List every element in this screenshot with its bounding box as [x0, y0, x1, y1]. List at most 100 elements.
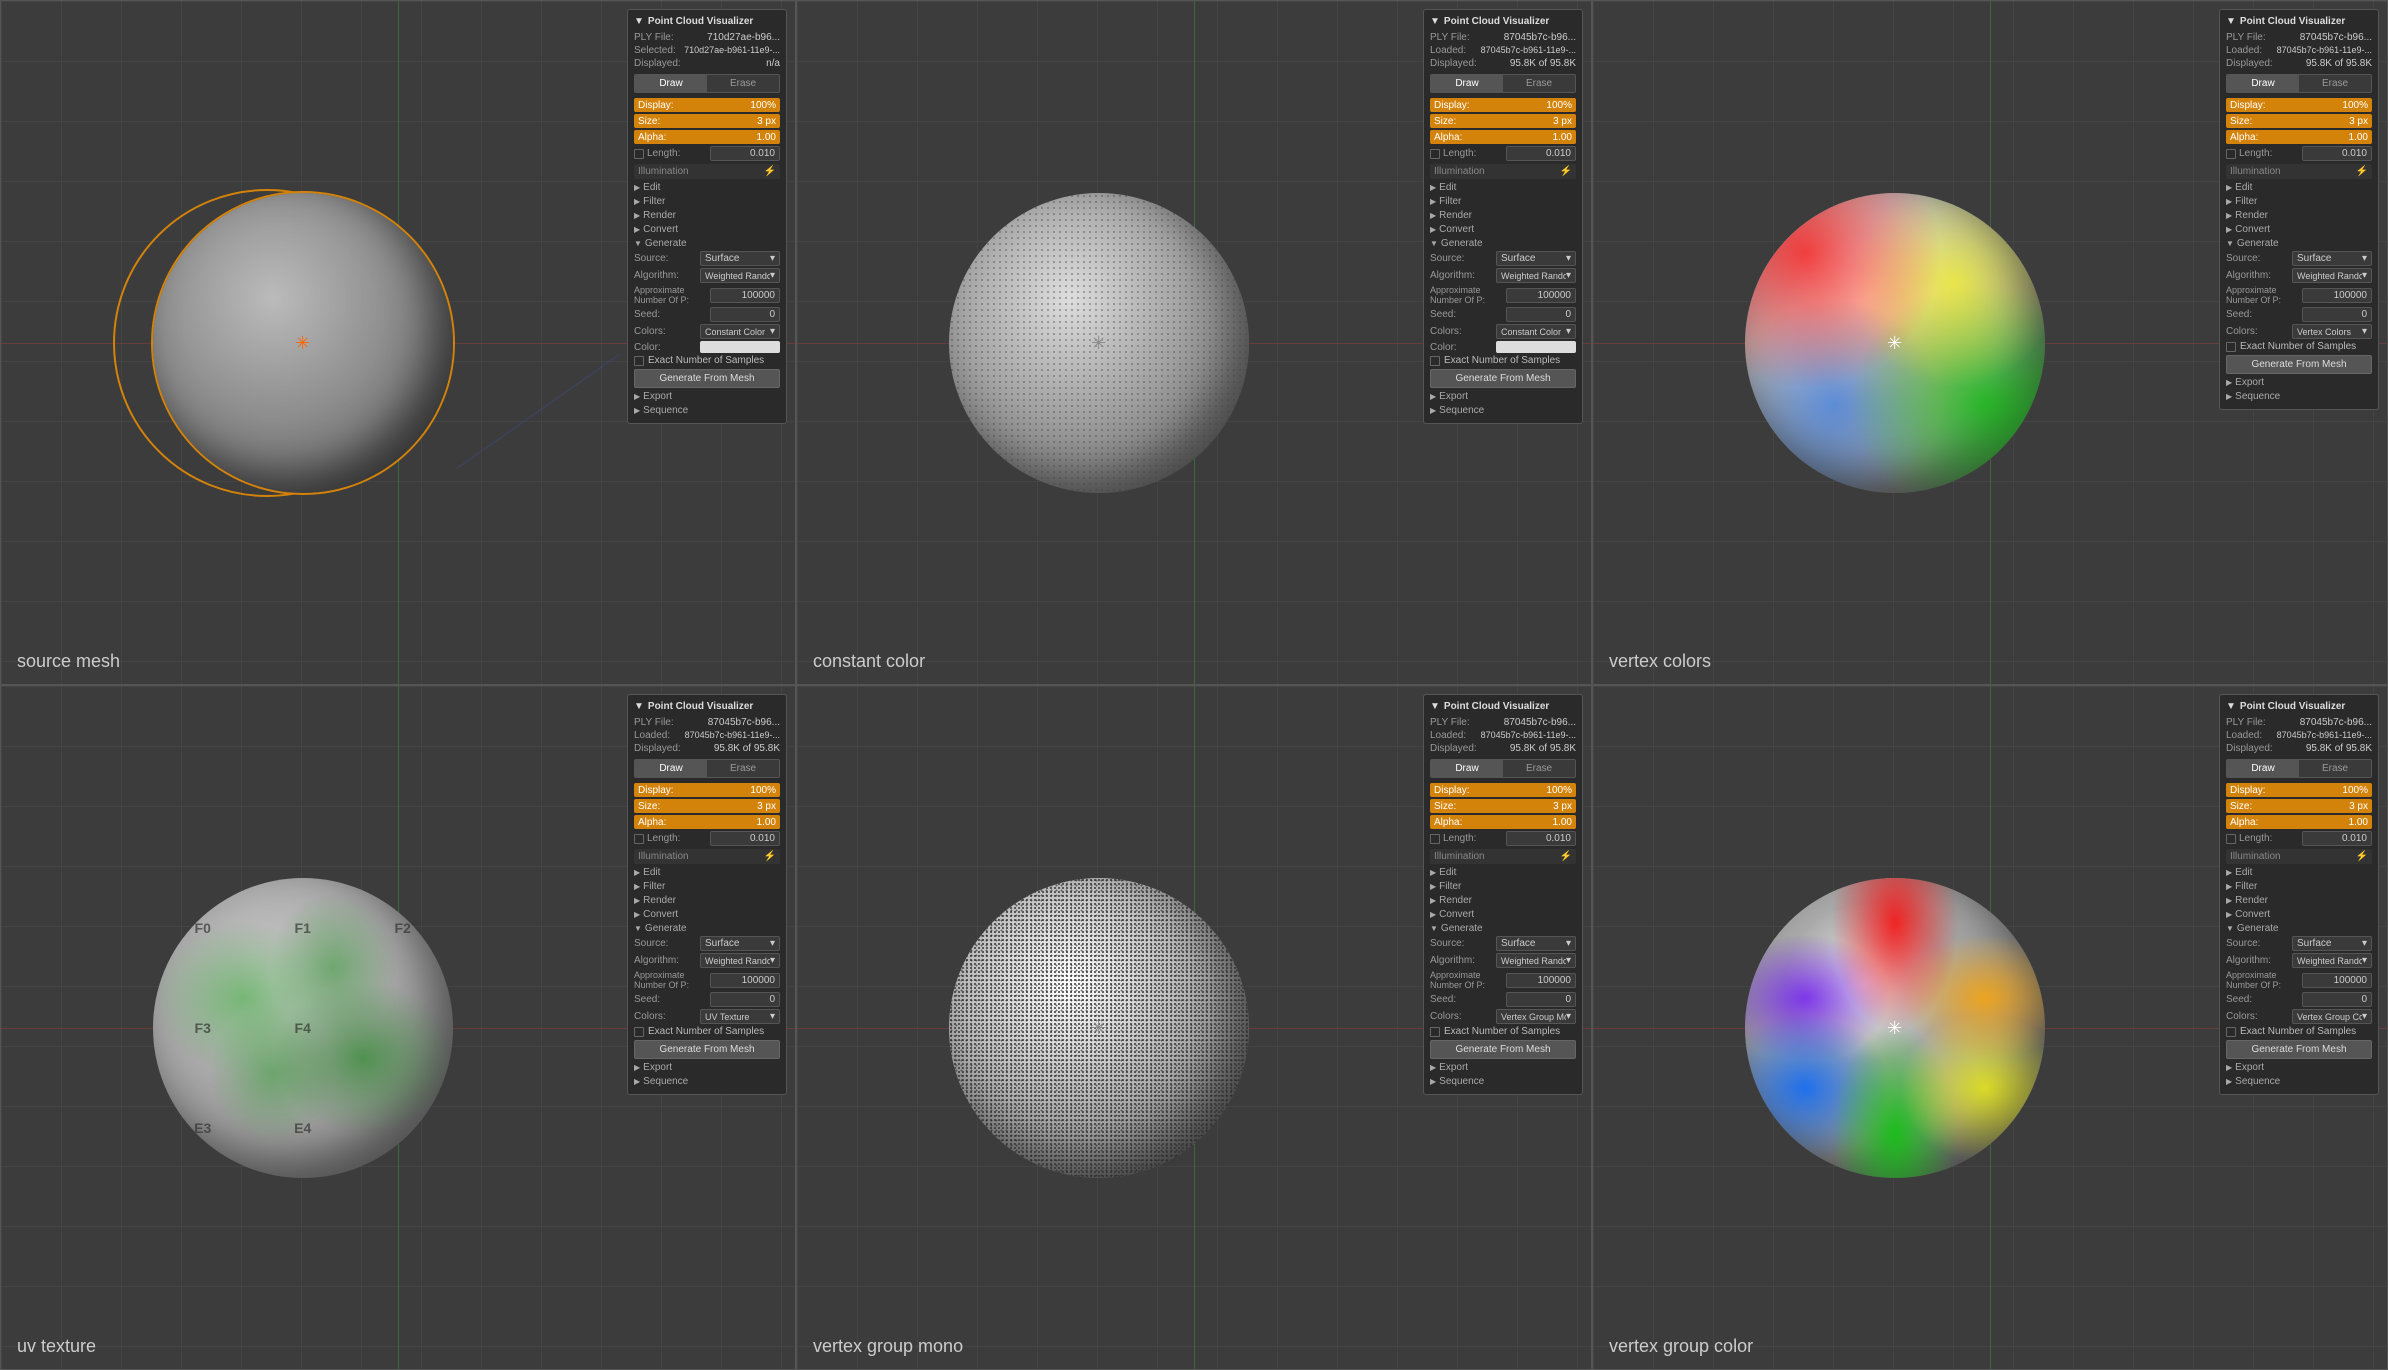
section-convert[interactable]: ▶Convert	[634, 909, 780, 920]
section-render[interactable]: ▶Render	[2226, 895, 2372, 906]
algorithm-dropdown[interactable]: Weighted Random In ...▾	[1496, 953, 1576, 968]
exact-checkbox[interactable]	[1430, 356, 1440, 366]
tab-erase[interactable]: Erase	[1503, 75, 1575, 92]
section-export[interactable]: ▶Export	[2226, 377, 2372, 388]
tab-erase[interactable]: Erase	[2299, 760, 2371, 777]
color-swatch[interactable]	[700, 341, 780, 353]
alpha-slider[interactable]: Alpha: 1.00	[634, 130, 780, 144]
display-slider[interactable]: Display: 100%	[634, 98, 780, 112]
tab-erase[interactable]: Erase	[707, 75, 779, 92]
seed-value[interactable]: 0	[710, 307, 780, 322]
section-edit[interactable]: ▶Edit	[634, 867, 780, 878]
algorithm-dropdown[interactable]: Weighted Random In ... ▾	[700, 268, 780, 283]
section-filter[interactable]: ▶Filter	[634, 196, 780, 207]
display-slider[interactable]: Display: 100%	[2226, 98, 2372, 112]
section-sequence[interactable]: ▶Sequence	[634, 1076, 780, 1087]
section-edit[interactable]: ▶Edit	[2226, 867, 2372, 878]
section-render[interactable]: ▶Render	[2226, 210, 2372, 221]
section-convert[interactable]: ▶Convert	[1430, 224, 1576, 235]
section-generate[interactable]: ▼Generate	[2226, 238, 2372, 249]
generate-button[interactable]: Generate From Mesh	[2226, 355, 2372, 374]
section-export[interactable]: ▶Export	[2226, 1062, 2372, 1073]
section-convert[interactable]: ▶Convert	[634, 224, 780, 235]
tab-draw[interactable]: Draw	[1431, 75, 1503, 92]
colors-dropdown[interactable]: UV Texture▾	[700, 1009, 780, 1024]
section-sequence[interactable]: ▶Sequence	[1430, 1076, 1576, 1087]
colors-dropdown[interactable]: Vertex Group Colorized▾	[2292, 1009, 2372, 1024]
length-checkbox[interactable]	[634, 834, 644, 844]
section-sequence[interactable]: ▶Sequence	[2226, 391, 2372, 402]
section-generate[interactable]: ▼Generate	[634, 923, 780, 934]
section-export[interactable]: ▶Export	[634, 391, 780, 402]
section-convert[interactable]: ▶Convert	[2226, 224, 2372, 235]
source-dropdown[interactable]: Surface ▾	[700, 251, 780, 266]
size-slider[interactable]: Size: 3 px	[1430, 114, 1576, 128]
tab-erase[interactable]: Erase	[2299, 75, 2371, 92]
generate-button[interactable]: Generate From Mesh	[634, 1040, 780, 1059]
section-generate[interactable]: ▼Generate	[1430, 923, 1576, 934]
length-checkbox[interactable]	[1430, 149, 1440, 159]
section-render[interactable]: ▶Render	[634, 895, 780, 906]
section-sequence[interactable]: ▶Sequence	[1430, 405, 1576, 416]
tab-erase[interactable]: Erase	[1503, 760, 1575, 777]
colors-dropdown[interactable]: Vertex Colors▾	[2292, 324, 2372, 339]
section-render[interactable]: ▶Render	[1430, 895, 1576, 906]
section-edit[interactable]: ▶Edit	[1430, 182, 1576, 193]
generate-button[interactable]: Generate From Mesh	[2226, 1040, 2372, 1059]
alpha-slider[interactable]: Alpha: 1.00	[1430, 815, 1576, 829]
tab-draw[interactable]: Draw	[635, 75, 707, 92]
exact-checkbox[interactable]	[2226, 1027, 2236, 1037]
colors-dropdown[interactable]: Constant Color ▾	[700, 324, 780, 339]
size-slider[interactable]: Size: 3 px	[2226, 799, 2372, 813]
exact-checkbox[interactable]	[1430, 1027, 1440, 1037]
section-render[interactable]: ▶Render	[634, 210, 780, 221]
section-export[interactable]: ▶Export	[634, 1062, 780, 1073]
alpha-slider[interactable]: Alpha: 1.00	[1430, 130, 1576, 144]
section-generate[interactable]: ▼Generate	[634, 238, 780, 249]
section-filter[interactable]: ▶Filter	[2226, 196, 2372, 207]
generate-button[interactable]: Generate From Mesh	[634, 369, 780, 388]
alpha-slider[interactable]: Alpha: 1.00	[2226, 130, 2372, 144]
source-dropdown[interactable]: Surface▾	[2292, 936, 2372, 951]
exact-checkbox[interactable]	[634, 1027, 644, 1037]
tab-draw[interactable]: Draw	[635, 760, 707, 777]
section-render[interactable]: ▶Render	[1430, 210, 1576, 221]
generate-button[interactable]: Generate From Mesh	[1430, 1040, 1576, 1059]
section-filter[interactable]: ▶Filter	[634, 881, 780, 892]
section-sequence[interactable]: ▶Sequence	[634, 405, 780, 416]
section-generate[interactable]: ▼Generate	[1430, 238, 1576, 249]
length-checkbox[interactable]	[634, 149, 644, 159]
algorithm-dropdown[interactable]: Weighted Random In ...▾	[1496, 268, 1576, 283]
size-slider[interactable]: Size: 3 px	[634, 799, 780, 813]
tab-draw[interactable]: Draw	[1431, 760, 1503, 777]
exact-checkbox[interactable]	[2226, 342, 2236, 352]
section-sequence[interactable]: ▶Sequence	[2226, 1076, 2372, 1087]
exact-checkbox[interactable]	[634, 356, 644, 366]
section-convert[interactable]: ▶Convert	[2226, 909, 2372, 920]
tab-erase[interactable]: Erase	[707, 760, 779, 777]
tab-draw[interactable]: Draw	[2227, 75, 2299, 92]
source-dropdown[interactable]: Surface▾	[1496, 251, 1576, 266]
colors-dropdown[interactable]: Constant Color▾	[1496, 324, 1576, 339]
size-slider[interactable]: Size: 3 px	[634, 114, 780, 128]
alpha-slider[interactable]: Alpha: 1.00	[634, 815, 780, 829]
section-export[interactable]: ▶Export	[1430, 1062, 1576, 1073]
tab-draw[interactable]: Draw	[2227, 760, 2299, 777]
section-edit[interactable]: ▶Edit	[634, 182, 780, 193]
color-swatch[interactable]	[1496, 341, 1576, 353]
section-edit[interactable]: ▶Edit	[1430, 867, 1576, 878]
display-slider[interactable]: Display: 100%	[1430, 783, 1576, 797]
algorithm-dropdown[interactable]: Weighted Random In ...▾	[700, 953, 780, 968]
length-checkbox[interactable]	[2226, 834, 2236, 844]
length-checkbox[interactable]	[2226, 149, 2236, 159]
section-filter[interactable]: ▶Filter	[2226, 881, 2372, 892]
display-slider[interactable]: Display: 100%	[1430, 98, 1576, 112]
algorithm-dropdown[interactable]: Weighted Random In ...▾	[2292, 268, 2372, 283]
size-slider[interactable]: Size: 3 px	[1430, 799, 1576, 813]
length-checkbox[interactable]	[1430, 834, 1440, 844]
length-value[interactable]: 0.010	[710, 146, 780, 161]
alpha-slider[interactable]: Alpha: 1.00	[2226, 815, 2372, 829]
section-filter[interactable]: ▶Filter	[1430, 881, 1576, 892]
generate-button[interactable]: Generate From Mesh	[1430, 369, 1576, 388]
section-export[interactable]: ▶Export	[1430, 391, 1576, 402]
